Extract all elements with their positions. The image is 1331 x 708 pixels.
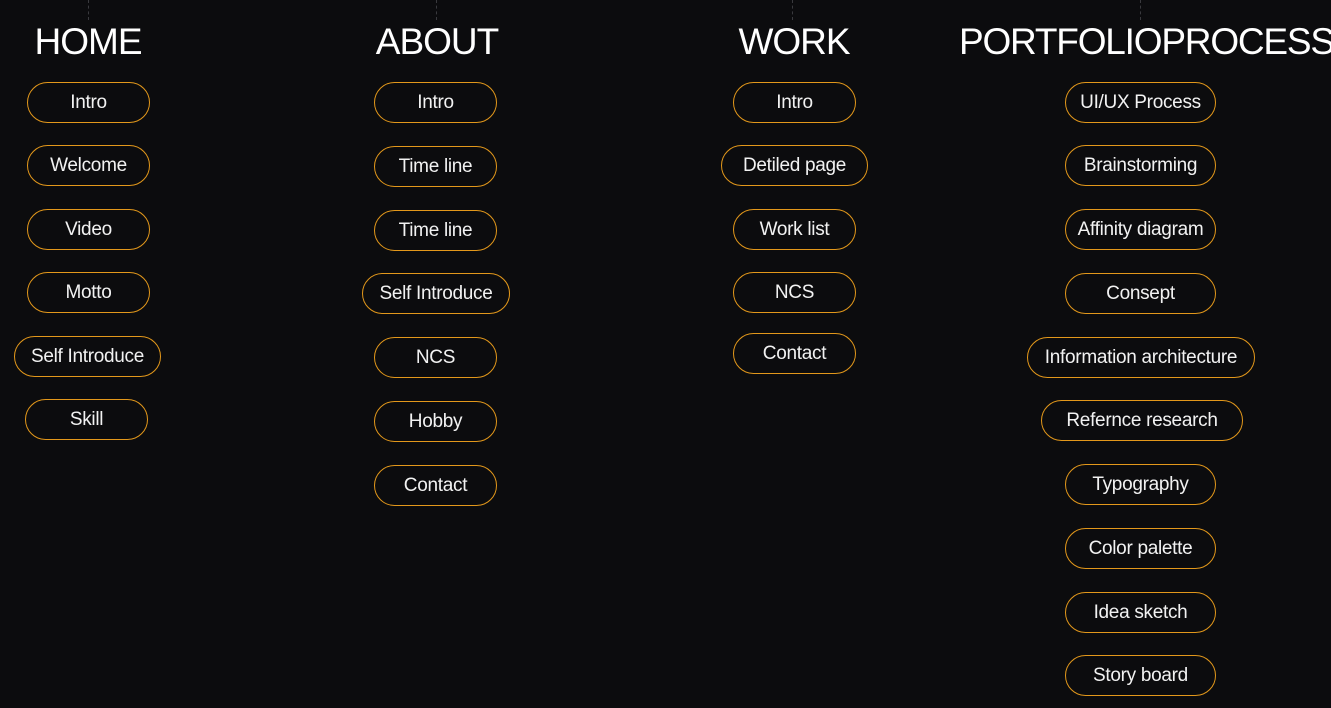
connector-line [436,0,437,20]
node-about-ncs[interactable]: NCS [374,337,497,378]
section-work: WORK Intro Detiled page Work list NCS Co… [706,0,882,708]
connector-line [88,0,89,20]
node-process-consept[interactable]: Consept [1065,273,1216,314]
node-work-intro[interactable]: Intro [733,82,856,123]
section-title-about: ABOUT [375,21,499,62]
node-home-self-introduce[interactable]: Self Introduce [14,336,161,377]
node-process-refernce-research[interactable]: Refernce research [1041,400,1243,441]
node-home-intro[interactable]: Intro [27,82,150,123]
node-process-idea-sketch[interactable]: Idea sketch [1065,592,1216,633]
node-about-hobby[interactable]: Hobby [374,401,497,442]
node-home-welcome[interactable]: Welcome [27,145,150,186]
node-about-contact[interactable]: Contact [374,465,497,506]
node-work-detiled-page[interactable]: Detiled page [721,145,868,186]
node-about-intro[interactable]: Intro [374,82,497,123]
node-process-ui-ux-process[interactable]: UI/UX Process [1065,82,1216,123]
section-title-home: HOME [34,21,143,62]
node-home-video[interactable]: Video [27,209,150,250]
node-home-skill[interactable]: Skill [25,399,148,440]
node-work-work-list[interactable]: Work list [733,209,856,250]
section-home: HOME Intro Welcome Video Motto Self Intr… [0,0,176,708]
node-process-affinity-diagram[interactable]: Affinity diagram [1065,209,1216,250]
section-about: ABOUT Intro Time line Time line Self Int… [349,0,525,708]
connector-line [792,0,793,20]
node-process-story-board[interactable]: Story board [1065,655,1216,696]
node-home-motto[interactable]: Motto [27,272,150,313]
node-work-ncs[interactable]: NCS [733,272,856,313]
node-about-time-line-2[interactable]: Time line [374,210,497,251]
section-portfolio-process: PORTFOLIOPROCESS UI/UX Process Brainstor… [955,0,1331,708]
node-process-brainstorming[interactable]: Brainstorming [1065,145,1216,186]
node-about-time-line-1[interactable]: Time line [374,146,497,187]
section-title-work: WORK [738,21,850,62]
node-process-color-palette[interactable]: Color palette [1065,528,1216,569]
node-process-information-architecture[interactable]: Information architecture [1027,337,1255,378]
node-work-contact[interactable]: Contact [733,333,856,374]
connector-line [1140,0,1141,20]
section-title-portfolio-process: PORTFOLIOPROCESS [959,21,1331,62]
node-process-typography[interactable]: Typography [1065,464,1216,505]
node-about-self-introduce[interactable]: Self Introduce [362,273,510,314]
